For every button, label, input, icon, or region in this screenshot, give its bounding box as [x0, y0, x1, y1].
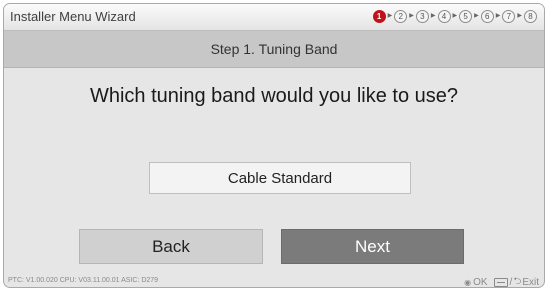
step-5-indicator: 5	[459, 10, 473, 23]
back-arrow-icon: ⮌	[513, 276, 522, 287]
step-2-indicator: 2	[394, 10, 408, 23]
remote-hints: ◉ OK / ⮌ Exit	[464, 274, 539, 288]
step-arrow-icon: ▶	[387, 13, 393, 19]
wizard-window: Installer Menu Wizard 1 ▶ 2 ▶ 3 ▶ 4 ▶ 5 …	[3, 3, 545, 288]
version-info: PTC: V1.00.020 CPU: V03.11.00.01 ASIC: D…	[8, 277, 159, 284]
step-4-indicator: 4	[437, 10, 451, 23]
menu-button-icon	[493, 278, 508, 287]
step-6-indicator: 6	[480, 10, 494, 23]
footer-bar: PTC: V1.00.020 CPU: V03.11.00.01 ASIC: D…	[4, 274, 544, 287]
step-arrow-icon: ▶	[495, 13, 501, 19]
step-8-indicator: 8	[524, 10, 537, 23]
exit-hint-label: Exit	[522, 277, 539, 288]
title-bar: Installer Menu Wizard 1 ▶ 2 ▶ 3 ▶ 4 ▶ 5 …	[4, 4, 544, 31]
ok-hint-label: OK	[473, 277, 488, 288]
hint-separator: /	[509, 277, 513, 288]
tuning-band-selector[interactable]: Cable Standard	[149, 162, 411, 194]
ok-circle-icon: ◉	[464, 278, 472, 287]
step-title: Step 1. Tuning Band	[4, 31, 544, 68]
next-button[interactable]: Next	[281, 229, 464, 264]
step-arrow-icon: ▶	[474, 13, 479, 19]
step-7-indicator: 7	[502, 10, 516, 23]
step-arrow-icon: ▶	[517, 13, 522, 19]
step-indicator: 1 ▶ 2 ▶ 3 ▶ 4 ▶ 5 ▶ 6 ▶ 7 ▶ 8	[372, 10, 537, 23]
question-text: Which tuning band would you like to use?	[89, 85, 458, 107]
back-button[interactable]: Back	[79, 229, 263, 264]
step-arrow-icon: ▶	[430, 13, 436, 19]
app-title: Installer Menu Wizard	[10, 9, 136, 24]
step-arrow-icon: ▶	[452, 13, 458, 19]
step-arrow-icon: ▶	[409, 13, 414, 19]
step-3-indicator: 3	[415, 10, 429, 23]
step-1-indicator: 1	[372, 10, 386, 23]
